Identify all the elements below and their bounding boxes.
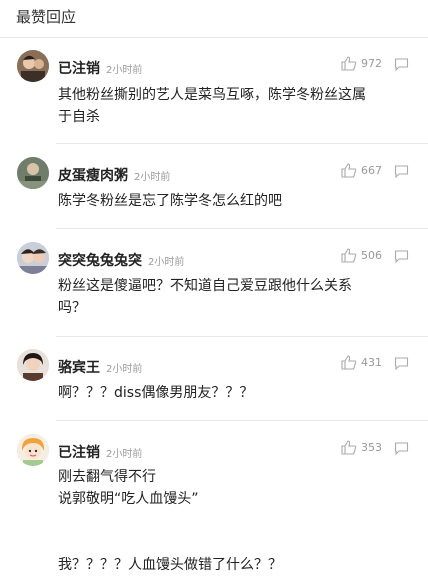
comment-bubble-icon	[394, 165, 409, 178]
username-text[interactable]: 皮蛋瘦肉粥	[58, 168, 128, 184]
comment-text: 其他粉丝撕别的艺人是菜鸟互啄，陈学冬粉丝这属 于自杀	[58, 87, 366, 125]
avatar[interactable]	[17, 434, 49, 466]
avatar[interactable]	[17, 349, 49, 381]
divider	[56, 336, 428, 337]
username[interactable]: 突突兔兔兔突 2小时前	[58, 250, 184, 270]
avatar[interactable]	[17, 242, 49, 274]
thumbs-up-icon	[341, 248, 357, 263]
reply-button[interactable]	[394, 165, 409, 178]
reply-button[interactable]	[394, 442, 409, 455]
like-button[interactable]: 667	[341, 163, 382, 178]
username-text[interactable]: 已注销	[58, 61, 100, 77]
divider	[56, 228, 428, 229]
section-title: 最赞回应	[16, 8, 77, 26]
username-text[interactable]: 已注销	[58, 445, 100, 461]
timestamp: 2小时前	[148, 257, 185, 268]
like-button[interactable]: 972	[341, 56, 382, 71]
reply-button[interactable]	[394, 357, 409, 370]
username-text[interactable]: 突突兔兔兔突	[58, 253, 142, 269]
avatar[interactable]	[17, 50, 49, 82]
divider	[0, 37, 428, 38]
divider	[56, 143, 428, 144]
thumbs-up-icon	[341, 355, 357, 370]
like-count: 506	[361, 249, 382, 262]
thumbs-up-icon	[341, 163, 357, 178]
comment-bubble-icon	[394, 58, 409, 71]
timestamp: 2小时前	[106, 449, 143, 460]
like-count: 353	[361, 441, 382, 454]
like-button[interactable]: 431	[341, 355, 382, 370]
thumbs-up-icon	[341, 440, 357, 455]
timestamp: 2小时前	[134, 172, 171, 183]
username[interactable]: 已注销 2小时前	[58, 442, 142, 462]
username-text[interactable]: 骆宾王	[58, 360, 100, 376]
comment-section: 最赞回应 已注销 2小时前 972 其他粉丝撕别的艺人是菜鸟互啄，陈学冬粉丝这属 …	[0, 0, 428, 585]
timestamp: 2小时前	[106, 364, 143, 375]
comment-text: 啊？？？diss偶像男朋友？？？	[58, 385, 254, 401]
like-button[interactable]: 506	[341, 248, 382, 263]
like-button[interactable]: 353	[341, 440, 382, 455]
like-count: 431	[361, 356, 382, 369]
avatar[interactable]	[17, 157, 49, 189]
reply-button[interactable]	[394, 250, 409, 263]
like-count: 667	[361, 164, 382, 177]
reply-button[interactable]	[394, 58, 409, 71]
comment-bubble-icon	[394, 357, 409, 370]
comment-bubble-icon	[394, 250, 409, 263]
username[interactable]: 皮蛋瘦肉粥 2小时前	[58, 165, 170, 185]
thumbs-up-icon	[341, 56, 357, 71]
comment-text: 刚去翻气得不行 说郭敬明“吃人血馒头” 我？？？？人血馒头做错了什么？？	[58, 469, 282, 573]
timestamp: 2小时前	[106, 65, 143, 76]
like-count: 972	[361, 57, 382, 70]
divider	[56, 420, 428, 421]
comment-bubble-icon	[394, 442, 409, 455]
comment-text: 陈学冬粉丝是忘了陈学冬怎么红的吧	[58, 193, 282, 209]
comment-text: 粉丝这是傻逼吧？不知道自己爱豆跟他什么关系 吗？	[58, 278, 352, 316]
username[interactable]: 骆宾王 2小时前	[58, 357, 142, 377]
username[interactable]: 已注销 2小时前	[58, 58, 142, 78]
